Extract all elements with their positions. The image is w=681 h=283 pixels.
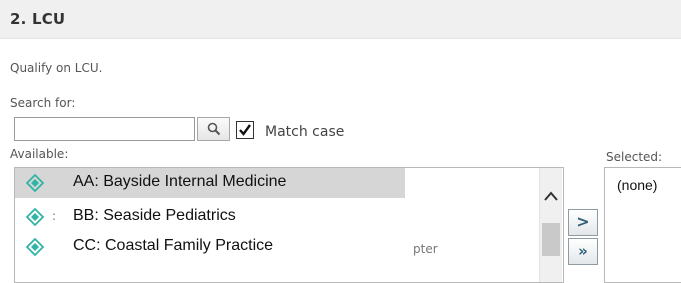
- search-label: Search for:: [10, 96, 76, 110]
- available-list[interactable]: AA: Bayside Internal Medicine : BB: Seas…: [14, 167, 564, 283]
- add-all-button[interactable]: »: [568, 238, 598, 265]
- diamond-icon: [26, 238, 44, 256]
- available-label: Available:: [10, 147, 69, 161]
- list-item[interactable]: AA: Bayside Internal Medicine: [15, 168, 405, 198]
- diamond-icon: [26, 208, 44, 226]
- search-button[interactable]: [197, 117, 230, 141]
- search-icon: [207, 122, 221, 136]
- section-description: Qualify on LCU.: [10, 61, 103, 75]
- list-item-label: BB: Seaside Pediatrics: [73, 207, 236, 224]
- list-scrollbar[interactable]: [539, 168, 562, 282]
- selected-list[interactable]: (none): [604, 167, 681, 283]
- match-case-checkbox[interactable]: [236, 121, 254, 139]
- list-item-label: AA: Bayside Internal Medicine: [73, 173, 287, 190]
- selected-label: Selected:: [606, 150, 663, 164]
- list-item-label: CC: Coastal Family Practice: [73, 237, 274, 254]
- list-item[interactable]: : BB: Seaside Pediatrics: [15, 202, 540, 232]
- chevron-up-icon[interactable]: [544, 191, 558, 201]
- selected-empty-text: (none): [617, 177, 658, 193]
- section-title: 2. LCU: [10, 10, 66, 28]
- section-header: 2. LCU: [0, 0, 681, 39]
- row-fragment: pter: [413, 242, 438, 256]
- list-item[interactable]: CC: Coastal Family Practice pter: [15, 232, 540, 262]
- check-icon: [239, 124, 251, 136]
- search-input[interactable]: [14, 117, 195, 141]
- diamond-icon: [26, 174, 44, 192]
- match-case-label: Match case: [265, 124, 345, 140]
- add-selected-button[interactable]: >: [568, 209, 598, 236]
- row-fragment: :: [52, 209, 57, 223]
- scrollbar-thumb[interactable]: [542, 223, 560, 256]
